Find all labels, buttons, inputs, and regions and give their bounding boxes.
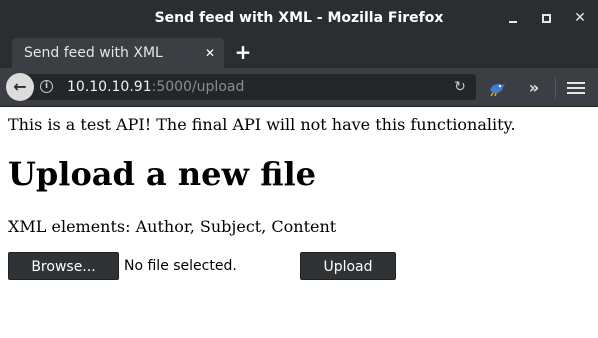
toolbar-divider: [555, 77, 556, 99]
url-bar[interactable]: i 10.10.10.91:5000/upload ↻: [20, 74, 476, 100]
notice-text: This is a test API! The final API will n…: [8, 115, 516, 134]
new-tab-icon[interactable]: +: [231, 40, 255, 64]
tab-close-icon[interactable]: ✕: [202, 45, 218, 61]
back-arrow-icon[interactable]: ←: [6, 73, 34, 101]
tab-send-feed[interactable]: Send feed with XML ✕: [12, 38, 224, 68]
window-titlebar: Send feed with XML - Mozilla Firefox ✕: [0, 0, 598, 36]
info-icon[interactable]: i: [40, 80, 53, 93]
extension-bird-icon[interactable]: [487, 78, 507, 98]
url-text[interactable]: 10.10.10.91:5000/upload: [67, 74, 244, 100]
tab-label: Send feed with XML: [24, 45, 163, 61]
browse-button[interactable]: Browse...: [8, 252, 119, 280]
close-icon[interactable]: ✕: [570, 8, 590, 28]
xml-elements-text: XML elements: Author, Subject, Content: [8, 217, 337, 236]
url-host: 10.10.10.91: [67, 79, 152, 95]
tab-strip: Send feed with XML ✕ +: [0, 36, 598, 68]
page-heading: Upload a new file: [8, 155, 316, 193]
upload-button[interactable]: Upload: [300, 252, 396, 280]
menu-hamburger-icon[interactable]: [566, 79, 586, 97]
reload-icon[interactable]: ↻: [452, 79, 468, 95]
url-path: :5000/upload: [151, 79, 245, 95]
overflow-chevron-icon[interactable]: »: [524, 78, 544, 98]
file-status-text: No file selected.: [124, 258, 237, 274]
maximize-icon[interactable]: [536, 8, 556, 28]
minimize-icon[interactable]: [503, 8, 523, 28]
